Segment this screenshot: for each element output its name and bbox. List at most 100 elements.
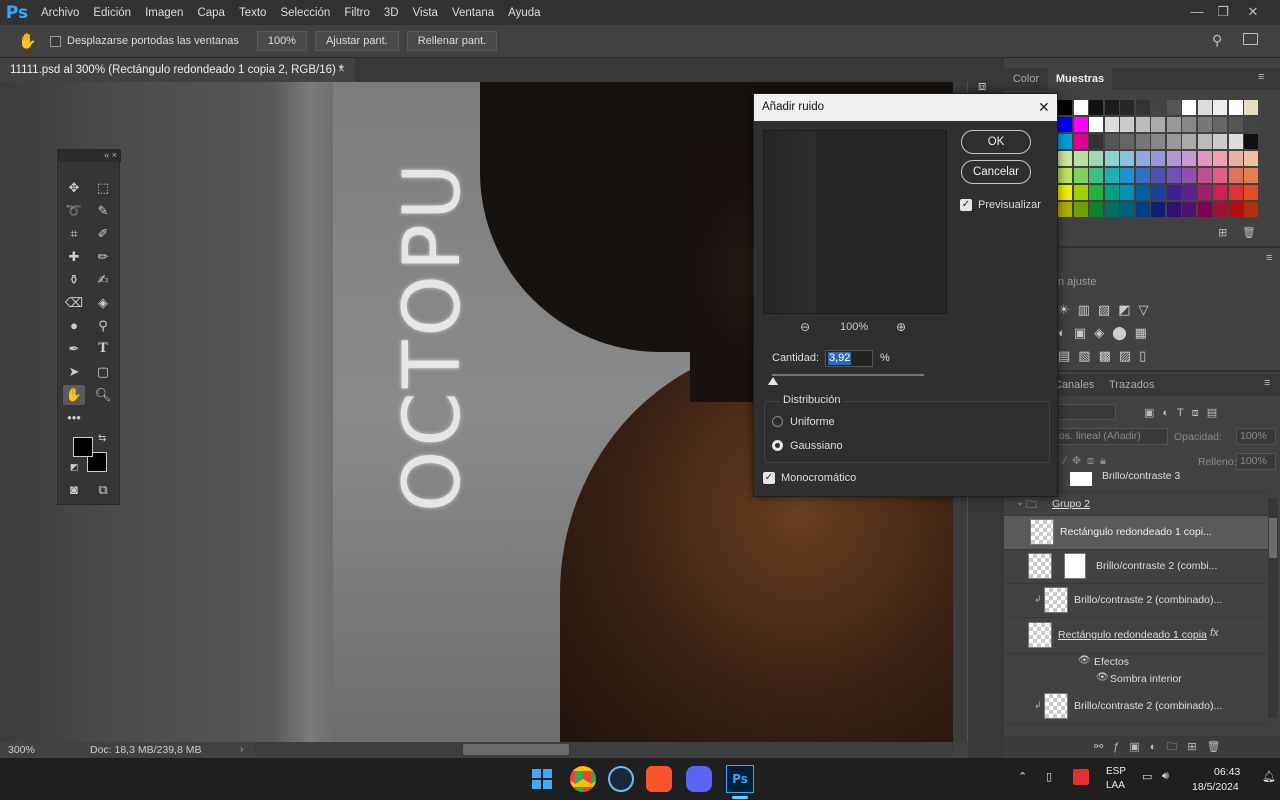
color-swatch[interactable] — [1197, 185, 1212, 200]
panel-menu-icon[interactable]: ≡ — [1258, 71, 1264, 83]
color-swatch[interactable] — [1104, 168, 1119, 183]
menu-ayuda[interactable]: Ayuda — [501, 7, 547, 19]
crop-tool-icon[interactable]: ⌗ — [63, 224, 85, 244]
color-swatch[interactable] — [1228, 151, 1243, 166]
tray-chevron-icon[interactable]: ⌃ — [1018, 770, 1027, 783]
color-swatch[interactable] — [1073, 134, 1088, 149]
tab-paths[interactable]: Trazados — [1109, 379, 1154, 391]
layer-row[interactable]: 👁︎ ↲ Brillo/contraste 2 (combinado)... — [1004, 584, 1268, 618]
menu-seleccion[interactable]: Selección — [273, 7, 337, 19]
color-swatch[interactable] — [1228, 100, 1243, 115]
notifications-icon[interactable]: 🔔︎ — [1262, 770, 1276, 783]
toolbox-header[interactable]: « × — [58, 150, 121, 162]
discord-icon[interactable] — [686, 766, 712, 792]
ok-button[interactable]: OK — [961, 130, 1031, 154]
color-swatch[interactable] — [1135, 117, 1150, 132]
layer-filter-select[interactable] — [1056, 404, 1116, 420]
color-swatch[interactable] — [1089, 151, 1103, 166]
preview-window[interactable] — [763, 130, 947, 314]
color-swatch[interactable] — [1135, 185, 1150, 200]
color-swatch[interactable] — [1151, 168, 1165, 183]
paint-bucket-icon[interactable]: ◈ — [92, 293, 114, 313]
chrome-icon[interactable] — [570, 766, 596, 792]
color-swatch[interactable] — [1120, 168, 1134, 183]
minimize-icon[interactable]: — — [1184, 0, 1210, 25]
lasso-tool-icon[interactable]: ➰ — [63, 201, 85, 221]
color-swatch[interactable] — [1135, 100, 1150, 115]
fit-screen-button[interactable]: Ajustar pant. — [314, 31, 399, 51]
menu-texto[interactable]: Texto — [232, 7, 274, 19]
color-swatch[interactable] — [1166, 100, 1181, 115]
horizontal-scrollbar[interactable] — [255, 742, 953, 758]
history-brush-icon[interactable]: ✍ — [92, 270, 114, 290]
menu-capa[interactable]: Capa — [190, 7, 232, 19]
color-swatch[interactable] — [1058, 100, 1072, 115]
color-swatch[interactable] — [1104, 185, 1119, 200]
color-swatch[interactable] — [1058, 202, 1072, 217]
layer-row-selected[interactable]: 👁︎ Rectángulo redondeado 1 copi... — [1004, 516, 1268, 550]
color-swatch[interactable] — [1197, 134, 1212, 149]
hscroll-thumb[interactable] — [463, 744, 569, 755]
lock-icons[interactable]: ⁄✥⧈🔒︎ — [1064, 454, 1112, 468]
color-swatch[interactable] — [1120, 151, 1134, 166]
color-swatch[interactable] — [1104, 100, 1119, 115]
menu-3d[interactable]: 3D — [377, 7, 406, 19]
quick-select-icon[interactable]: ✎ — [92, 201, 114, 221]
fx-icon[interactable]: fx — [1210, 627, 1219, 639]
color-swatch[interactable] — [1213, 202, 1227, 217]
color-swatch[interactable] — [1197, 202, 1212, 217]
color-swatch[interactable] — [1058, 185, 1072, 200]
color-swatch[interactable] — [1073, 168, 1088, 183]
color-swatch[interactable] — [1228, 117, 1243, 132]
layer-filter-icons[interactable]: ▣◐T⧈▤ — [1144, 406, 1225, 420]
clock-time[interactable]: 06:43 — [1214, 766, 1240, 778]
adjust-menu-icon[interactable]: ≡ — [1266, 252, 1272, 264]
menu-imagen[interactable]: Imagen — [138, 7, 190, 19]
dialog-close-icon[interactable]: ✕ — [1038, 94, 1050, 120]
zoom-out-icon[interactable]: ⊖ — [800, 320, 810, 334]
visibility-eye-icon[interactable]: 👁︎ — [1078, 655, 1091, 666]
color-swatch[interactable] — [1228, 134, 1243, 149]
color-swatch[interactable] — [1197, 168, 1212, 183]
scroll-all-checkbox[interactable] — [50, 35, 61, 47]
zoom-in-icon[interactable]: ⊕ — [896, 320, 906, 334]
color-swatch[interactable] — [1073, 100, 1088, 115]
adjustment-icons[interactable]: ☀▥▨◩▽ ◐▣◈⬤▦ ▤▧▩▨▯ — [1058, 298, 1248, 367]
gaussian-radio[interactable] — [772, 440, 783, 451]
color-swatch[interactable] — [1104, 117, 1119, 132]
color-swatch[interactable] — [1182, 185, 1196, 200]
amount-slider-track[interactable] — [772, 374, 924, 376]
path-select-icon[interactable]: ➤ — [63, 362, 85, 382]
color-swatch[interactable] — [1151, 202, 1165, 217]
default-colors-icon[interactable]: ◩ — [70, 462, 79, 473]
color-swatch[interactable] — [1197, 100, 1212, 115]
move-tool-icon[interactable]: ✥ — [63, 178, 85, 198]
color-swatch[interactable] — [1228, 185, 1243, 200]
color-swatch[interactable] — [1151, 134, 1165, 149]
shape-tool-icon[interactable]: ▢ — [92, 362, 114, 382]
hand-tool-icon[interactable]: ✋ — [63, 385, 85, 405]
volume-icon[interactable]: 🔊︎ — [1162, 770, 1169, 783]
color-swatch[interactable] — [1166, 185, 1181, 200]
color-swatch[interactable] — [1151, 151, 1165, 166]
brave-icon[interactable] — [646, 766, 672, 792]
color-swatch[interactable] — [1151, 100, 1165, 115]
zoom-100-button[interactable]: 100% — [256, 31, 307, 51]
color-swatch[interactable] — [1244, 100, 1258, 115]
color-swatch[interactable] — [1135, 151, 1150, 166]
uniform-radio[interactable] — [772, 416, 783, 427]
fill-screen-button[interactable]: Rellenar pant. — [406, 31, 498, 51]
color-swatch[interactable] — [1213, 185, 1227, 200]
close-tab-icon[interactable]: × — [338, 58, 345, 82]
color-swatch[interactable] — [1213, 168, 1227, 183]
color-swatch[interactable] — [1166, 117, 1181, 132]
color-swatch[interactable] — [1228, 168, 1243, 183]
color-swatch[interactable] — [1120, 100, 1134, 115]
new-swatch-icon[interactable]: ⊞ — [1218, 226, 1227, 239]
color-swatch[interactable] — [1213, 151, 1227, 166]
color-swatch[interactable] — [1244, 202, 1258, 217]
brush-tool-icon[interactable]: ✏ — [92, 247, 114, 267]
color-swatch[interactable] — [1182, 117, 1196, 132]
color-swatch[interactable] — [1089, 100, 1103, 115]
menu-ventana[interactable]: Ventana — [445, 7, 501, 19]
